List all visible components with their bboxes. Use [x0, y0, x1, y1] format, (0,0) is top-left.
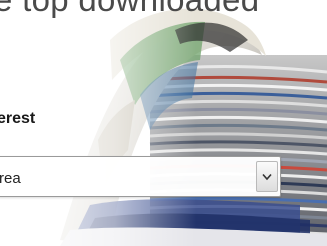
- select-value: rea: [0, 170, 21, 187]
- chevron-down-icon[interactable]: [256, 161, 278, 192]
- interest-select[interactable]: rea: [0, 156, 281, 197]
- magazine-stack-image: [0, 0, 327, 246]
- page-headline: e top downloaded: [0, 0, 259, 19]
- interest-label: erest: [0, 110, 36, 127]
